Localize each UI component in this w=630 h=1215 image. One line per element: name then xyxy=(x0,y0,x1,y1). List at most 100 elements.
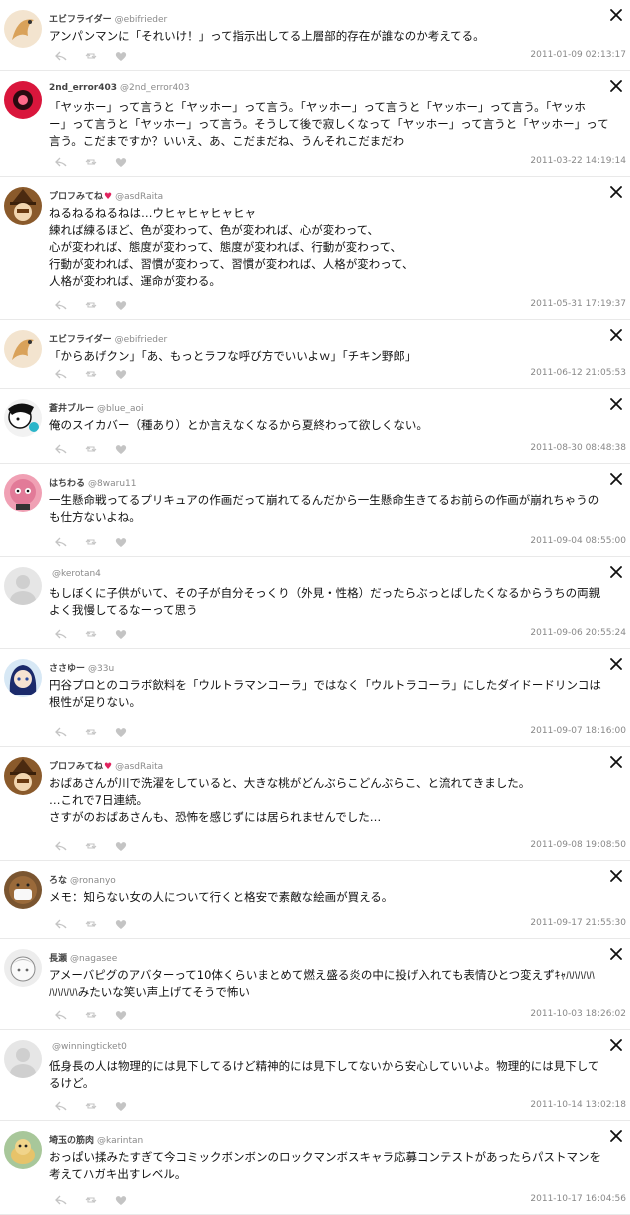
user-handle[interactable]: @asdRaita xyxy=(115,762,163,772)
x-logo-icon[interactable] xyxy=(610,566,622,578)
like-icon[interactable] xyxy=(115,299,127,311)
retweet-icon[interactable] xyxy=(85,156,97,168)
like-icon[interactable] xyxy=(115,1100,127,1112)
avatar[interactable] xyxy=(4,567,42,605)
reply-icon[interactable] xyxy=(55,1009,67,1021)
user-handle[interactable]: @blue_aoi xyxy=(97,404,143,414)
user-handle[interactable]: @ebifrieder xyxy=(115,335,168,345)
reply-icon[interactable] xyxy=(55,536,67,548)
x-logo-icon[interactable] xyxy=(610,756,622,768)
display-name[interactable]: プロフみてね xyxy=(49,192,103,202)
timestamp[interactable]: 2011-03-22 14:19:14 xyxy=(530,156,626,166)
user-handle[interactable]: @33u xyxy=(88,664,114,674)
timestamp[interactable]: 2011-09-04 08:55:00 xyxy=(530,536,626,546)
reply-icon[interactable] xyxy=(55,1100,67,1112)
timestamp[interactable]: 2011-09-06 20:55:24 xyxy=(530,628,626,638)
timestamp[interactable]: 2011-05-31 17:19:37 xyxy=(530,299,626,309)
timestamp[interactable]: 2011-10-14 13:02:18 xyxy=(530,1100,626,1110)
like-icon[interactable] xyxy=(115,628,127,640)
display-name[interactable]: ささゆー xyxy=(49,664,85,674)
avatar[interactable] xyxy=(4,81,42,119)
like-icon[interactable] xyxy=(115,726,127,738)
retweet-icon[interactable] xyxy=(85,1009,97,1021)
reply-icon[interactable] xyxy=(55,368,67,380)
avatar[interactable] xyxy=(4,871,42,909)
x-logo-icon[interactable] xyxy=(610,398,622,410)
user-handle[interactable]: @ebifrieder xyxy=(115,15,168,25)
user-handle[interactable]: @winningticket0 xyxy=(52,1042,127,1052)
timestamp[interactable]: 2011-09-17 21:55:30 xyxy=(530,918,626,928)
x-logo-icon[interactable] xyxy=(610,1039,622,1051)
display-name[interactable]: 長瀬 xyxy=(49,954,67,964)
like-icon[interactable] xyxy=(115,50,127,62)
avatar[interactable] xyxy=(4,474,42,512)
display-name[interactable]: エビフライダー xyxy=(49,335,112,345)
x-logo-icon[interactable] xyxy=(610,1130,622,1142)
display-name[interactable]: プロフみてね xyxy=(49,762,103,772)
reply-icon[interactable] xyxy=(55,299,67,311)
avatar[interactable] xyxy=(4,757,42,795)
user-handle[interactable]: @kerotan4 xyxy=(52,569,101,579)
avatar[interactable] xyxy=(4,659,42,697)
x-logo-icon[interactable] xyxy=(610,870,622,882)
display-name[interactable]: はちわる xyxy=(49,479,85,489)
retweet-icon[interactable] xyxy=(85,443,97,455)
like-icon[interactable] xyxy=(115,156,127,168)
timestamp[interactable]: 2011-01-09 02:13:17 xyxy=(530,50,626,60)
display-name[interactable]: ろな xyxy=(49,876,67,886)
retweet-icon[interactable] xyxy=(85,628,97,640)
user-handle[interactable]: @karintan xyxy=(97,1136,143,1146)
retweet-icon[interactable] xyxy=(85,726,97,738)
display-name[interactable]: エビフライダー xyxy=(49,15,112,25)
user-handle[interactable]: @8waru11 xyxy=(88,479,136,489)
reply-icon[interactable] xyxy=(55,840,67,852)
x-logo-icon[interactable] xyxy=(610,186,622,198)
timestamp[interactable]: 2011-09-07 18:16:00 xyxy=(530,726,626,736)
reply-icon[interactable] xyxy=(55,726,67,738)
user-handle[interactable]: @2nd_error403 xyxy=(120,83,190,93)
user-handle[interactable]: @ronanyo xyxy=(70,876,116,886)
display-name[interactable]: 蒼井ブルー xyxy=(49,404,94,414)
avatar[interactable] xyxy=(4,330,42,368)
retweet-icon[interactable] xyxy=(85,50,97,62)
retweet-icon[interactable] xyxy=(85,840,97,852)
timestamp[interactable]: 2011-10-03 18:26:02 xyxy=(530,1009,626,1019)
timestamp[interactable]: 2011-09-08 19:08:50 xyxy=(530,840,626,850)
retweet-icon[interactable] xyxy=(85,1194,97,1206)
retweet-icon[interactable] xyxy=(85,299,97,311)
avatar[interactable] xyxy=(4,399,42,437)
like-icon[interactable] xyxy=(115,443,127,455)
x-logo-icon[interactable] xyxy=(610,80,622,92)
reply-icon[interactable] xyxy=(55,918,67,930)
like-icon[interactable] xyxy=(115,840,127,852)
reply-icon[interactable] xyxy=(55,156,67,168)
x-logo-icon[interactable] xyxy=(610,473,622,485)
timestamp[interactable]: 2011-06-12 21:05:53 xyxy=(530,368,626,378)
like-icon[interactable] xyxy=(115,918,127,930)
x-logo-icon[interactable] xyxy=(610,329,622,341)
avatar[interactable] xyxy=(4,10,42,48)
like-icon[interactable] xyxy=(115,1194,127,1206)
reply-icon[interactable] xyxy=(55,1194,67,1206)
retweet-icon[interactable] xyxy=(85,368,97,380)
avatar[interactable] xyxy=(4,1131,42,1169)
user-handle[interactable]: @asdRaita xyxy=(115,192,163,202)
reply-icon[interactable] xyxy=(55,628,67,640)
x-logo-icon[interactable] xyxy=(610,948,622,960)
like-icon[interactable] xyxy=(115,1009,127,1021)
x-logo-icon[interactable] xyxy=(610,658,622,670)
reply-icon[interactable] xyxy=(55,443,67,455)
like-icon[interactable] xyxy=(115,368,127,380)
retweet-icon[interactable] xyxy=(85,1100,97,1112)
display-name[interactable]: 2nd_error403 xyxy=(49,83,117,93)
timestamp[interactable]: 2011-08-30 08:48:38 xyxy=(530,443,626,453)
user-handle[interactable]: @nagasee xyxy=(70,954,117,964)
avatar[interactable] xyxy=(4,949,42,987)
reply-icon[interactable] xyxy=(55,50,67,62)
retweet-icon[interactable] xyxy=(85,918,97,930)
retweet-icon[interactable] xyxy=(85,536,97,548)
avatar[interactable] xyxy=(4,1040,42,1078)
timestamp[interactable]: 2011-10-17 16:04:56 xyxy=(530,1194,626,1204)
x-logo-icon[interactable] xyxy=(610,9,622,21)
avatar[interactable] xyxy=(4,187,42,225)
